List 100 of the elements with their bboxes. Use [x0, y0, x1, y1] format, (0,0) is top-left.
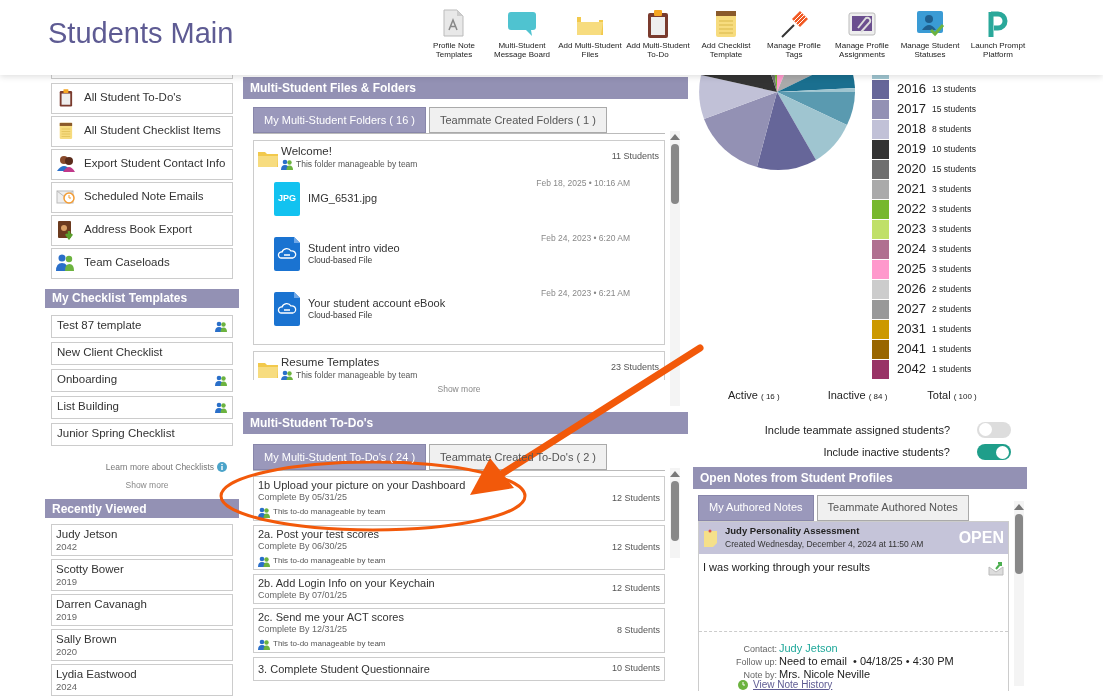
- template-name: List Building: [57, 399, 119, 415]
- toolbar-button[interactable]: Manage Profile Tags: [760, 8, 828, 59]
- section-header: Multi-Student Files & Folders: [243, 77, 688, 99]
- legend-count: 1 students: [932, 322, 972, 336]
- show-more-link[interactable]: Show more: [125, 479, 169, 493]
- legend-count: 13 students: [932, 82, 976, 96]
- todo-card[interactable]: 3. Complete Student Questionnaire 10 Students: [253, 657, 665, 681]
- field-value: Mrs. Nicole Neville: [779, 666, 871, 680]
- recent-student[interactable]: Lydia Eastwood 2024: [51, 664, 233, 696]
- toggle-switch[interactable]: [977, 444, 1011, 461]
- field-label: Contact:: [742, 642, 778, 656]
- checklist-template[interactable]: Junior Spring Checklist: [51, 422, 233, 446]
- team-icon: [56, 253, 76, 274]
- sidebar-link[interactable]: Address Book Export: [51, 214, 233, 246]
- student-year: 2020: [56, 646, 79, 657]
- folder-name: Resume Templates: [281, 354, 381, 369]
- toolbar-button[interactable]: Multi-Student Message Board: [488, 8, 556, 59]
- jpg-file-icon: JPG: [274, 181, 300, 216]
- recent-student[interactable]: Sally Brown 2020: [51, 629, 233, 661]
- file-name: Your student account eBook: [308, 297, 447, 311]
- toolbar-button[interactable]: Add Multi-Student Files: [556, 8, 624, 59]
- student-count: 12 Students: [611, 491, 660, 505]
- legend-count: 10 students: [932, 142, 976, 156]
- toolbar-button[interactable]: Add Multi-Student To-Do: [624, 8, 692, 59]
- sidebar-link[interactable]: All Student To-Do's: [51, 82, 233, 114]
- toolbar-button[interactable]: Add Checklist Template: [692, 8, 760, 59]
- scrollbar[interactable]: [1014, 500, 1024, 686]
- learn-more-link[interactable]: Learn more about Checklists: [105, 460, 214, 474]
- todo-card[interactable]: 1b Upload your picture on your Dashboard Complete By 05/31/25 This to-do manageable by team 12 Students: [253, 476, 665, 521]
- checklist-template[interactable]: List Building: [51, 395, 233, 419]
- status-total: Active ( 16 ): [728, 388, 781, 403]
- todo-card[interactable]: 2b. Add Login Info on your Keychain Complete By 07/01/25 12 Students: [253, 574, 665, 604]
- folder-card[interactable]: [253, 140, 665, 345]
- file-date: Feb 24, 2023 • 6:21 AM: [540, 286, 630, 300]
- legend-count: 8 students: [932, 122, 972, 136]
- toolbar-button[interactable]: Profile Note Templates: [420, 8, 488, 59]
- tab[interactable]: Teammate Created Folders ( 1 ): [429, 107, 607, 133]
- sidebar-link[interactable]: Team Caseloads: [51, 247, 233, 279]
- template-name: New Client Checklist: [57, 345, 163, 361]
- todo-note: This to-do manageable by team: [273, 638, 386, 650]
- folder-note: This folder manageable by team: [296, 158, 418, 171]
- toolbar-button[interactable]: Manage Student Statuses: [896, 8, 964, 59]
- tab[interactable]: Teammate Authored Notes: [816, 494, 969, 521]
- toolbar-button[interactable]: Manage Profile Assignments: [828, 8, 896, 59]
- legend-count: 2 students: [932, 302, 972, 316]
- note-status: OPEN: [958, 527, 1004, 548]
- scrollbar[interactable]: [670, 468, 680, 558]
- legend-year: 2026: [897, 280, 927, 299]
- recent-student[interactable]: Scotty Bower 2019: [51, 559, 233, 591]
- folder-name: Welcome!: [281, 144, 333, 158]
- file-row[interactable]: Student intro video Cloud-based File Feb 24, 2023 • 6:20 AM: [254, 225, 664, 281]
- checklist-template[interactable]: Test 87 template: [51, 314, 233, 338]
- file-row[interactable]: Your student account eBook Cloud-based File Feb 24, 2023 • 6:21 AM: [254, 280, 664, 336]
- checklist-template[interactable]: Onboarding: [51, 368, 233, 392]
- section-header: Open Notes from Student Profiles: [693, 466, 1027, 489]
- due-date: Complete By 07/01/25: [258, 590, 349, 601]
- todo-card[interactable]: 2a. Post your test scores Complete By 06/30/25 This to-do manageable by team 12 Students: [253, 525, 665, 570]
- folder-note: This folder manageable by team: [296, 368, 418, 380]
- todo-title: 3. Complete Student Questionnaire: [258, 662, 431, 676]
- toggle-label: Include inactive students?: [823, 445, 950, 460]
- legend-year: 2021: [897, 180, 927, 199]
- checklist-template[interactable]: New Client Checklist: [51, 341, 233, 365]
- team-icon: [258, 555, 270, 567]
- legend-count: 3 students: [932, 222, 972, 236]
- toolbar-button[interactable]: Launch Prompt Platform: [964, 8, 1032, 59]
- note-created: Created Wednesday, December 4, 2024 at 11:50 AM: [725, 538, 925, 551]
- todo-title: 2b. Add Login Info on your Keychain: [258, 577, 436, 590]
- team-icon: [281, 158, 293, 170]
- legend-year: 2041: [897, 340, 927, 359]
- student-year: 2019: [56, 611, 79, 622]
- todo-note: This to-do manageable by team: [273, 555, 386, 567]
- student-name: Lydia Eastwood: [56, 668, 138, 681]
- toggle-switch[interactable]: [977, 421, 1011, 438]
- recent-student[interactable]: Judy Jetson 2042: [51, 524, 233, 556]
- scrollbar[interactable]: [670, 131, 680, 406]
- file-row[interactable]: JPG IMG_6531.jpg Feb 18, 2025 • 10:16 AM: [254, 170, 664, 226]
- legend-year: 2025: [897, 260, 927, 279]
- sidebar-link[interactable]: Export Student Contact Info: [51, 148, 233, 180]
- folder-card[interactable]: Resume Templates This folder manageable by team 23 Students: [253, 350, 665, 380]
- team-icon: [258, 638, 270, 650]
- file-date: Feb 24, 2023 • 6:20 AM: [540, 231, 630, 245]
- file-name: IMG_6531.jpg: [308, 192, 379, 206]
- history-icon: [737, 678, 749, 690]
- student-count: 10 Students: [611, 662, 660, 676]
- student-year: 2042: [56, 541, 79, 552]
- student-year: 2019: [56, 576, 79, 587]
- show-more-link[interactable]: Show more: [437, 383, 481, 396]
- legend-year: 2020: [897, 160, 927, 179]
- todo-card[interactable]: 2c. Send me your ACT scores Complete By 12/31/25 This to-do manageable by team 8 Students: [253, 608, 665, 653]
- legend-year: 2022: [897, 200, 927, 219]
- cloud-file-icon: [274, 291, 300, 326]
- sidebar-link[interactable]: Scheduled Note Emails: [51, 181, 233, 213]
- team-icon: [258, 506, 270, 518]
- view-history-link[interactable]: View Note History: [753, 678, 833, 690]
- template-name: Onboarding: [57, 372, 118, 388]
- recent-student[interactable]: Darren Cavanagh 2019: [51, 594, 233, 626]
- legend-year: 2042: [897, 360, 927, 379]
- info-icon: [217, 461, 227, 472]
- sidebar-link[interactable]: All Student Checklist Items: [51, 115, 233, 147]
- status-total: Inactive ( 84 ): [827, 388, 889, 403]
